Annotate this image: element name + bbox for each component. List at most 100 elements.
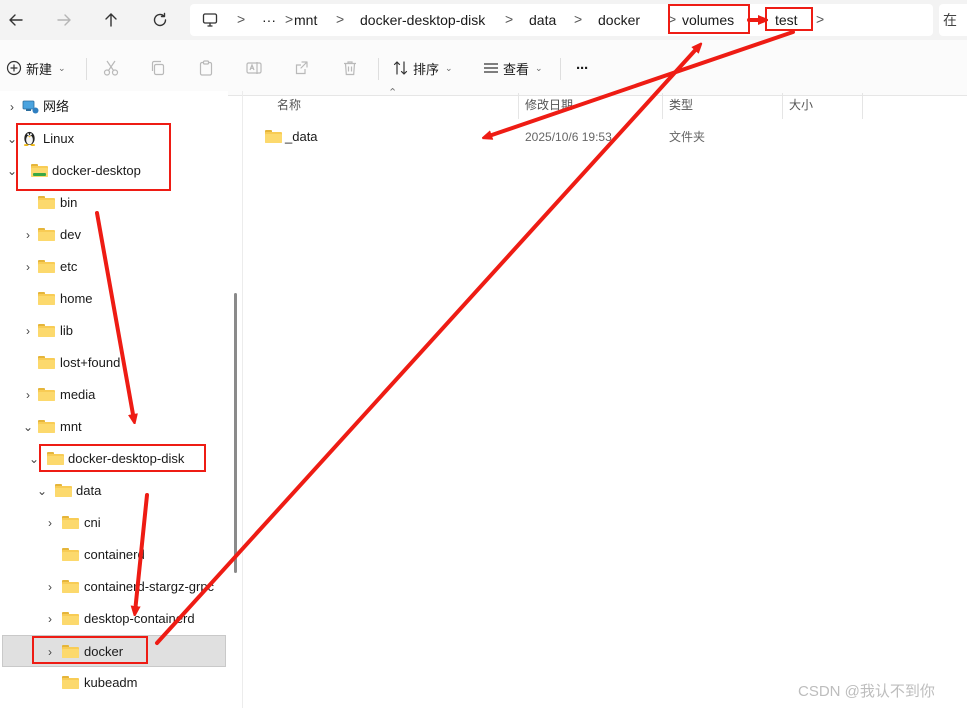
more-options-button[interactable]: ··· xyxy=(576,53,589,83)
sidebar-item-label: etc xyxy=(60,259,78,274)
sidebar-item-docker-desktop-disk[interactable]: ⌄ docker-desktop-disk xyxy=(0,443,228,475)
breadcrumb-separator: > xyxy=(237,11,246,27)
column-header-modified[interactable]: 修改日期 xyxy=(525,96,573,120)
refresh-icon xyxy=(153,12,167,27)
rename-button[interactable] xyxy=(244,58,264,78)
chevron-down-icon: ⌄ xyxy=(445,62,453,73)
breadcrumb-mnt[interactable]: mnt xyxy=(294,4,317,36)
new-button-label: 新建 xyxy=(26,61,53,77)
column-divider[interactable] xyxy=(782,93,783,119)
cut-button[interactable] xyxy=(101,58,121,78)
new-button[interactable]: 新建 ⌄ xyxy=(6,53,66,83)
sidebar-item-media[interactable]: › media xyxy=(0,379,228,411)
column-divider[interactable] xyxy=(662,93,663,119)
folder-icon xyxy=(38,420,55,433)
breadcrumb-docker-desktop-disk[interactable]: docker-desktop-disk xyxy=(360,4,485,36)
address-bar-row: > ··· > mnt > docker-desktop-disk > data… xyxy=(0,0,967,40)
chevron-down-icon[interactable]: ⌄ xyxy=(35,483,49,499)
sidebar-item-docker[interactable]: › docker xyxy=(2,635,226,667)
sidebar-item-etc[interactable]: › etc xyxy=(0,251,228,283)
chevron-right-icon[interactable]: › xyxy=(5,99,19,115)
folder-icon xyxy=(62,676,79,689)
chevron-right-icon[interactable]: › xyxy=(43,579,57,595)
folder-icon xyxy=(38,324,55,337)
sidebar-item-cni[interactable]: › cni xyxy=(0,507,228,539)
sidebar-item-label: containerd-stargz-grpc xyxy=(84,579,215,594)
sort-icon xyxy=(393,61,408,75)
paste-button[interactable] xyxy=(196,58,216,78)
copy-button[interactable] xyxy=(148,58,168,78)
forward-button[interactable] xyxy=(50,6,78,34)
sidebar-item-dev[interactable]: › dev xyxy=(0,219,228,251)
sidebar-item-label: containerd xyxy=(84,547,145,562)
sidebar-item-containerd-stargz-grpc[interactable]: › containerd-stargz-grpc xyxy=(0,571,228,603)
sidebar-item-data[interactable]: ⌄ data xyxy=(0,475,228,507)
sidebar-item-label: 网络 xyxy=(43,99,70,114)
sidebar-item-home[interactable]: home xyxy=(0,283,228,315)
pane-divider[interactable] xyxy=(242,91,243,708)
sidebar-item-lost-found[interactable]: lost+found xyxy=(0,347,228,379)
chevron-down-icon[interactable]: ⌄ xyxy=(21,419,35,435)
breadcrumb-test[interactable]: test xyxy=(775,4,798,36)
breadcrumb-overflow[interactable]: ··· xyxy=(262,4,276,36)
sidebar-item-docker-desktop[interactable]: ⌄ docker-desktop xyxy=(0,155,228,187)
sidebar-item-label: lost+found xyxy=(60,355,121,370)
chevron-down-icon: ⌄ xyxy=(58,62,66,73)
column-header-size[interactable]: 大小 xyxy=(789,96,813,120)
chevron-down-icon[interactable]: ⌄ xyxy=(5,131,19,147)
sort-ascending-icon: ⌃ xyxy=(388,87,398,99)
up-button[interactable] xyxy=(97,6,125,34)
column-header-name[interactable]: 名称 xyxy=(277,96,301,120)
sidebar-item--[interactable]: › 网络 xyxy=(0,91,228,123)
refresh-button[interactable] xyxy=(146,6,174,34)
chevron-down-icon[interactable]: ⌄ xyxy=(27,451,41,467)
chevron-right-icon[interactable]: › xyxy=(43,611,57,627)
view-button[interactable]: 查看 ⌄ xyxy=(483,53,543,83)
folder-icon xyxy=(62,612,79,625)
chevron-right-icon[interactable]: › xyxy=(43,515,57,531)
folder-icon xyxy=(62,516,79,529)
sidebar-item-mnt[interactable]: ⌄ mnt xyxy=(0,411,228,443)
sidebar-scrollbar[interactable] xyxy=(234,293,237,573)
network-icon xyxy=(22,100,39,114)
breadcrumb-volumes[interactable]: volumes xyxy=(682,4,734,36)
breadcrumb-separator: > xyxy=(816,11,825,27)
sidebar-item-bin[interactable]: bin xyxy=(0,187,228,219)
chevron-down-icon[interactable]: ⌄ xyxy=(5,163,19,179)
column-divider[interactable] xyxy=(862,93,863,119)
file-row[interactable]: _data 2025/10/6 19:53 文件夹 xyxy=(258,122,868,154)
share-button[interactable] xyxy=(292,58,312,78)
chevron-right-icon[interactable]: › xyxy=(21,387,35,403)
arrow-up-icon xyxy=(105,13,117,27)
sidebar-item-containerd[interactable]: containerd xyxy=(0,539,228,571)
sidebar-item-desktop-containerd[interactable]: › desktop-containerd xyxy=(0,603,228,635)
folder-icon xyxy=(55,484,72,497)
chevron-right-icon[interactable]: › xyxy=(21,259,35,275)
breadcrumb-separator: > xyxy=(668,11,677,27)
delete-icon xyxy=(344,61,356,76)
back-button[interactable] xyxy=(2,6,30,34)
chevron-right-icon[interactable]: › xyxy=(21,323,35,339)
address-box[interactable]: > ··· > mnt > docker-desktop-disk > data… xyxy=(190,4,933,36)
sidebar-item-label: home xyxy=(60,291,93,306)
sidebar-item-label: cni xyxy=(84,515,101,530)
column-divider[interactable] xyxy=(518,93,519,119)
breadcrumb-separator: > xyxy=(505,11,514,27)
chevron-right-icon[interactable]: › xyxy=(21,227,35,243)
sidebar-item-kubeadm[interactable]: kubeadm xyxy=(0,667,228,699)
sidebar-item-linux[interactable]: ⌄ Linux xyxy=(0,123,228,155)
search-input[interactable]: 在 xyxy=(939,4,967,36)
folder-icon xyxy=(38,260,55,273)
sort-button[interactable]: 排序 ⌄ xyxy=(393,53,453,83)
sidebar-item-lib[interactable]: › lib xyxy=(0,315,228,347)
breadcrumb-data[interactable]: data xyxy=(529,4,556,36)
breadcrumb-separator: > xyxy=(574,11,583,27)
sidebar-item-label: desktop-containerd xyxy=(84,611,195,626)
arrow-right-icon xyxy=(57,14,71,26)
breadcrumb-docker[interactable]: docker xyxy=(598,4,640,36)
sidebar-item-label: docker-desktop xyxy=(52,163,141,178)
chevron-right-icon[interactable]: › xyxy=(43,644,57,660)
monitor-icon xyxy=(202,13,218,27)
delete-button[interactable] xyxy=(340,58,360,78)
column-header-type[interactable]: 类型 xyxy=(669,96,693,120)
